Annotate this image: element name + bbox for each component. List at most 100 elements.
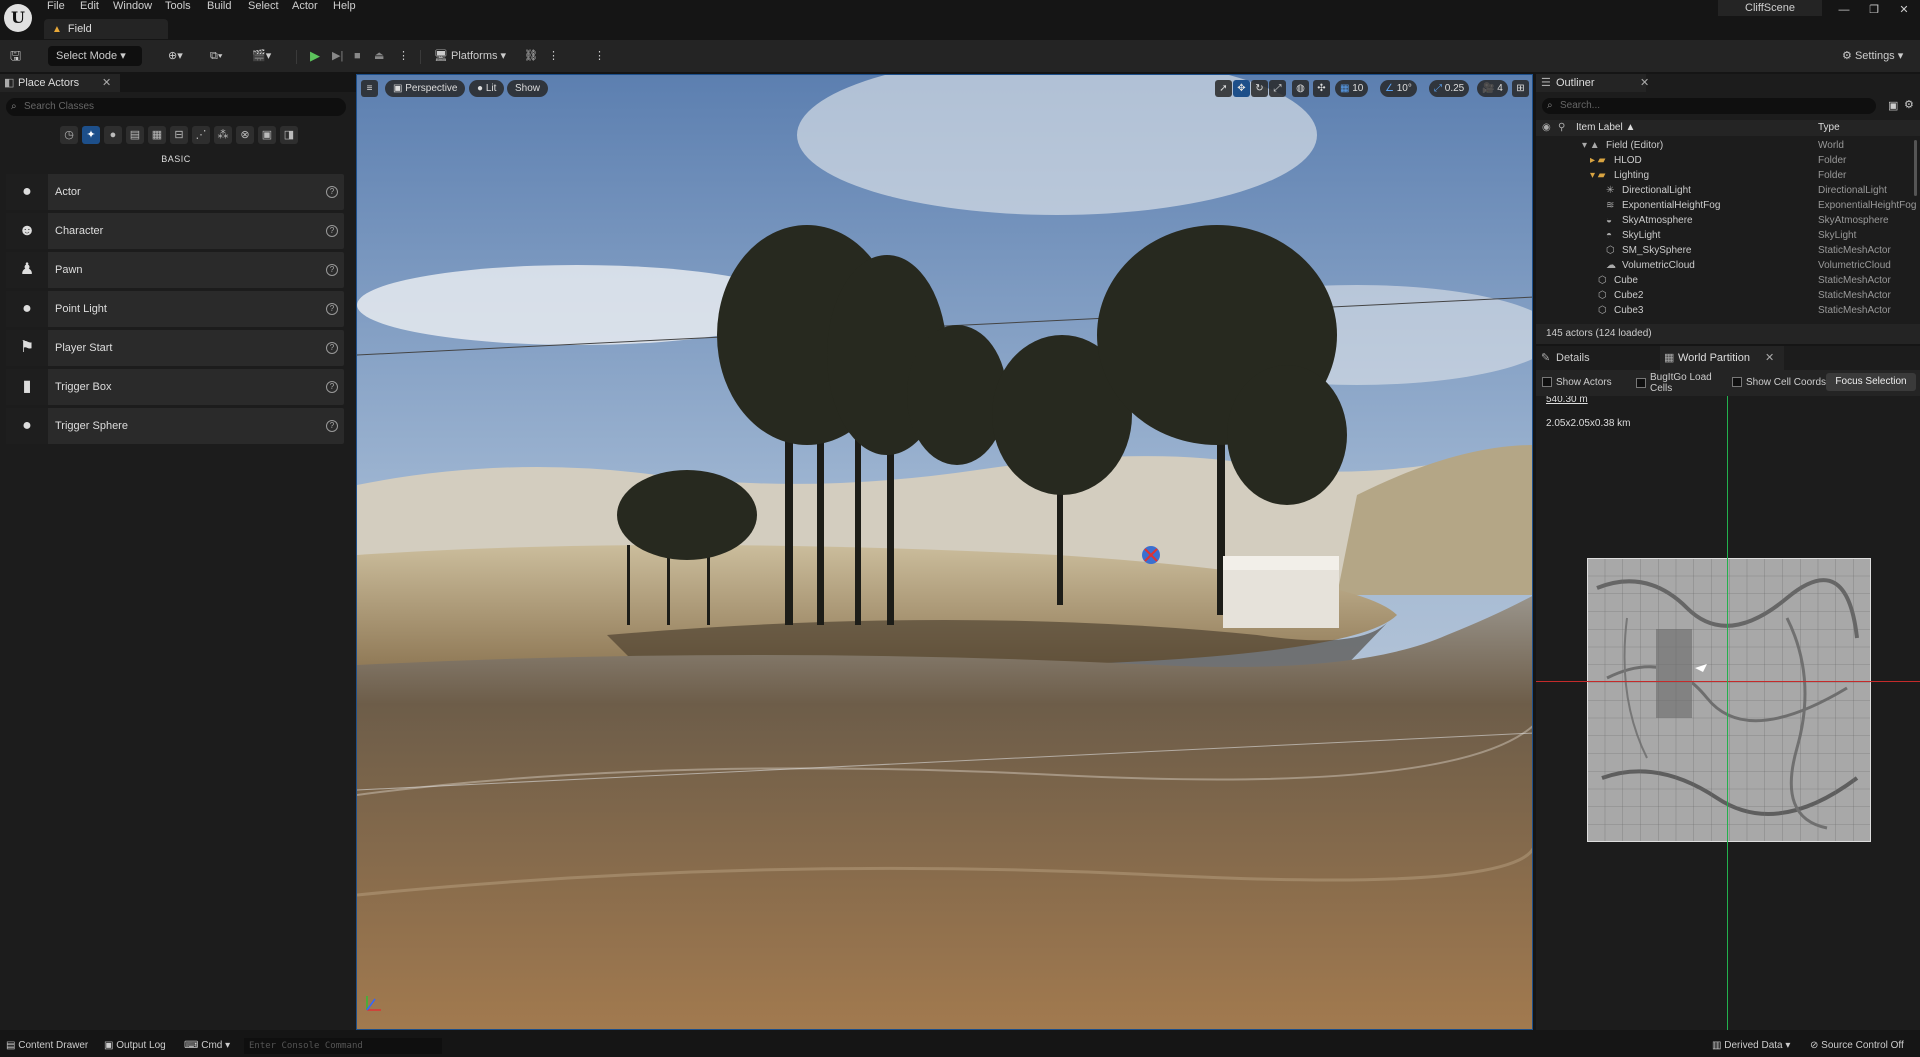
hamburger-icon[interactable]: ≡ <box>361 80 378 97</box>
source-control-button[interactable]: ⊘ Source Control Off <box>1810 1038 1904 1054</box>
help-icon[interactable]: ? <box>326 342 338 354</box>
misc-icon[interactable]: ▣ <box>258 126 276 144</box>
help-icon[interactable]: ? <box>326 420 338 432</box>
eye-icon[interactable]: ◉ <box>1542 120 1551 136</box>
pin-icon[interactable]: ⚲ <box>1558 120 1565 136</box>
place-actor-item[interactable]: ☻ Character ? <box>6 213 344 249</box>
lights-icon[interactable]: ● <box>104 126 122 144</box>
column-item-label[interactable]: Item Label ▲ <box>1576 120 1635 136</box>
menu-file[interactable]: File <box>47 0 65 14</box>
volumes-icon[interactable]: ⋰ <box>192 126 210 144</box>
place-actor-item[interactable]: ♟ Pawn ? <box>6 252 344 288</box>
outliner-row[interactable]: ⬡ Cube StaticMeshActor <box>1536 273 1920 288</box>
cinematics-icon[interactable]: 🎬▾ <box>252 46 271 66</box>
content-drawer-button[interactable]: ▤ Content Drawer <box>6 1038 88 1054</box>
more-options-icon[interactable]: ⋮ <box>594 46 605 66</box>
blank-icon[interactable]: ◨ <box>280 126 298 144</box>
help-icon[interactable]: ? <box>326 381 338 393</box>
recent-icon[interactable]: ◷ <box>60 126 78 144</box>
play-icon[interactable]: ▶ <box>310 46 320 66</box>
scene-render[interactable] <box>357 75 1533 1030</box>
outliner-search-input[interactable]: ⌕ Search... <box>1542 98 1876 114</box>
menu-tools[interactable]: Tools <box>165 0 191 14</box>
outliner-row[interactable]: ▸ ▰ HLOD Folder <box>1536 153 1920 168</box>
maximize-icon[interactable]: ❐ <box>1864 2 1884 18</box>
menu-edit[interactable]: Edit <box>80 0 99 14</box>
outliner-row[interactable]: ◓ SkyLight SkyLight <box>1536 228 1920 243</box>
show-actors-checkbox[interactable]: Show Actors <box>1542 377 1612 388</box>
outliner-row[interactable]: ≋ ExponentialHeightFog ExponentialHeightFo… <box>1536 198 1920 213</box>
cinematic-icon[interactable]: ▤ <box>126 126 144 144</box>
outliner-scrollbar[interactable] <box>1914 140 1917 196</box>
translate-icon[interactable]: ✥ <box>1233 80 1250 97</box>
help-icon[interactable]: ? <box>326 303 338 315</box>
console-command-input[interactable]: Enter Console Command <box>244 1038 442 1054</box>
minimize-icon[interactable]: — <box>1834 2 1854 18</box>
blueprint-icon[interactable]: ⧉▾ <box>210 46 222 66</box>
geometry-icon[interactable]: ⊟ <box>170 126 188 144</box>
world-partition-tab[interactable]: ▦ World Partition ✕ <box>1660 346 1784 370</box>
outliner-row[interactable]: ▾ ▰ Lighting Folder <box>1536 168 1920 183</box>
place-actor-item[interactable]: ● Trigger Sphere ? <box>6 408 344 444</box>
help-icon[interactable]: ? <box>326 264 338 276</box>
lit-dropdown[interactable]: ● Lit <box>469 80 505 97</box>
all-classes-icon[interactable]: ⁂ <box>214 126 232 144</box>
menu-help[interactable]: Help <box>333 0 356 14</box>
rotate-icon[interactable]: ↻ <box>1251 80 1268 97</box>
settings-gear-icon[interactable]: ⚙ <box>1904 98 1914 111</box>
menu-select[interactable]: Select <box>248 0 279 14</box>
close-tab-icon[interactable]: ✕ <box>1765 346 1774 370</box>
perspective-dropdown[interactable]: ▣ Perspective <box>385 80 466 97</box>
save-icon[interactable]: 🖫 <box>10 46 21 66</box>
rotate-snap-toggle[interactable]: ∠ 10° <box>1380 80 1417 97</box>
column-type[interactable]: Type <box>1818 120 1840 136</box>
place-actor-item[interactable]: ● Point Light ? <box>6 291 344 327</box>
place-actor-item[interactable]: ● Actor ? <box>6 174 344 210</box>
outliner-row[interactable]: ⬡ Cube3 StaticMeshActor <box>1536 303 1920 318</box>
settings-dropdown[interactable]: ⚙ Settings ▾ <box>1842 46 1903 66</box>
select-mode-dropdown[interactable]: Select Mode ▾ <box>48 46 142 66</box>
place-actors-tab[interactable]: ◧ Place Actors ✕ <box>0 74 120 92</box>
add-folder-icon[interactable]: ▣ <box>1888 99 1898 112</box>
maximize-viewport-icon[interactable]: ⊞ <box>1512 80 1529 97</box>
scale-snap-toggle[interactable]: ⤢ 0.25 <box>1429 80 1470 97</box>
source-control-icon[interactable]: ⛓ <box>524 46 538 66</box>
bugitgo-load-cells-checkbox[interactable]: BugItGo Load Cells <box>1636 372 1726 394</box>
menu-actor[interactable]: Actor <box>292 0 318 14</box>
camera-speed-dropdown[interactable]: 🎥 4 <box>1477 80 1508 97</box>
add-actor-icon[interactable]: ⊕▾ <box>168 46 183 66</box>
show-dropdown[interactable]: Show <box>507 80 549 97</box>
outliner-tab[interactable]: ☰ Outliner ✕ <box>1536 74 1649 92</box>
place-actor-item[interactable]: ⚑ Player Start ? <box>6 330 344 366</box>
focus-selection-button[interactable]: Focus Selection <box>1826 373 1916 391</box>
menu-window[interactable]: Window <box>113 0 152 14</box>
outliner-row[interactable]: ▾ ▲ Field (Editor) World <box>1536 138 1920 153</box>
grid-snap-toggle[interactable]: ▦ 10 <box>1335 80 1369 97</box>
outliner-row[interactable]: ⬡ SM_SkySphere StaticMeshActor <box>1536 243 1920 258</box>
place-actor-item[interactable]: ▮ Trigger Box ? <box>6 369 344 405</box>
close-tab-icon[interactable]: ✕ <box>1640 74 1650 92</box>
minimap[interactable] <box>1587 558 1871 842</box>
outliner-row[interactable]: ✳ DirectionalLight DirectionalLight <box>1536 183 1920 198</box>
world-local-icon[interactable]: ◍ <box>1292 80 1309 97</box>
world-partition-map[interactable]: 540.30 m 2.05x2.05x0.38 km <box>1536 396 1920 1030</box>
level-tab[interactable]: ▲ Field <box>44 19 168 39</box>
close-tab-icon[interactable]: ✕ <box>102 74 111 92</box>
output-log-button[interactable]: ▣ Output Log <box>104 1038 166 1054</box>
platforms-dropdown[interactable]: 🖥 Platforms ▾ <box>434 46 506 66</box>
help-icon[interactable]: ? <box>326 225 338 237</box>
search-classes-input[interactable]: ⌕ Search Classes <box>6 98 346 116</box>
close-icon[interactable]: ✕ <box>1894 2 1914 18</box>
derived-data-button[interactable]: ▥ Derived Data ▾ <box>1712 1038 1790 1054</box>
surface-snap-icon[interactable]: ✣ <box>1313 80 1330 97</box>
play-options-icon[interactable]: ⋮ <box>398 46 409 66</box>
show-cell-coords-checkbox[interactable]: Show Cell Coords <box>1732 377 1826 388</box>
outliner-row[interactable]: ◒ SkyAtmosphere SkyAtmosphere <box>1536 213 1920 228</box>
menu-build[interactable]: Build <box>207 0 231 14</box>
step-icon[interactable]: ▶| <box>332 46 343 66</box>
level-viewport[interactable]: ≡ ▣ Perspective ● Lit Show ➚ ✥ ↻ ⤢ ◍ ✣ ▦… <box>356 74 1533 1030</box>
basic-icon[interactable]: ✦ <box>82 126 100 144</box>
shapes-icon[interactable]: ⊗ <box>236 126 254 144</box>
stop-icon[interactable]: ■ <box>354 46 361 66</box>
visual-effects-icon[interactable]: ▦ <box>148 126 166 144</box>
